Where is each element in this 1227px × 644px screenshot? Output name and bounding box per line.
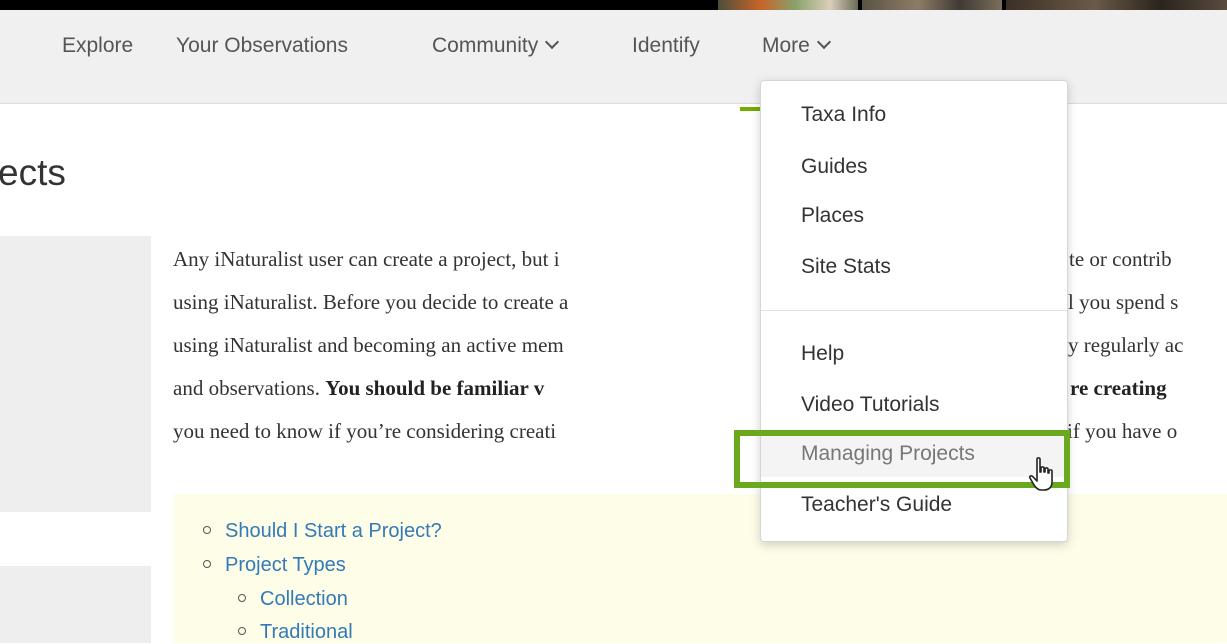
text-fragment: y regularly ac [1068, 333, 1184, 357]
text-fragment: l you spend s [1068, 290, 1179, 314]
nav-identify[interactable]: Identify [632, 34, 700, 58]
sidebar-panel [0, 236, 151, 512]
chevron-down-icon [545, 34, 560, 50]
text-fragment-bold: re creating [1070, 376, 1167, 400]
bullet-icon [238, 594, 246, 602]
body-paragraph-line: Any iNaturalist user can create a projec… [173, 247, 1227, 272]
chevron-down-icon [816, 34, 831, 50]
toc-link[interactable]: Traditional [238, 621, 353, 644]
text-fragment: and observations. [173, 376, 326, 400]
text-fragment: te or contrib [1069, 247, 1172, 271]
menu-item-places[interactable]: Places [801, 204, 864, 228]
header-photo [1006, 0, 1227, 10]
toc-link-label: Should I Start a Project? [225, 520, 442, 542]
nav-explore[interactable]: Explore [62, 34, 133, 58]
text-fragment: using iNaturalist and becoming an active… [173, 333, 564, 357]
nav-more[interactable]: More [762, 34, 831, 58]
text-fragment: you need to know if you’re considering c… [173, 419, 557, 443]
hand-cursor-icon [1028, 457, 1053, 491]
nav-more-label: More [762, 34, 810, 57]
menu-item-taxa-info[interactable]: Taxa Info [801, 103, 886, 127]
text-fragment: Any iNaturalist user can create a projec… [173, 247, 560, 271]
nav-community-label: Community [432, 34, 539, 57]
highlight-annotation [734, 430, 1070, 488]
text-fragment: if you have o [1067, 419, 1178, 443]
menu-divider [761, 310, 1067, 311]
header-photo [718, 0, 858, 10]
nav-your-observations[interactable]: Your Observations [176, 34, 348, 58]
bullet-icon [203, 560, 211, 568]
bullet-icon [203, 526, 211, 534]
body-paragraph-line: using iNaturalist and becoming an active… [173, 333, 1227, 358]
toc-link[interactable]: Should I Start a Project? [203, 520, 442, 543]
toc-link-label: Traditional [260, 621, 353, 643]
menu-item-video-tutorials[interactable]: Video Tutorials [801, 393, 940, 417]
page-title: ects [0, 152, 66, 193]
body-paragraph-line: using iNaturalist. Before you decide to … [173, 290, 1227, 315]
body-paragraph-line: and observations. You should be familiar… [173, 376, 1227, 401]
toc-link-label: Project Types [225, 554, 346, 576]
bullet-icon [238, 627, 246, 635]
text-fragment-bold: You should be familiar v [325, 376, 545, 400]
menu-item-help[interactable]: Help [801, 342, 844, 366]
toc-link[interactable]: Project Types [203, 554, 346, 577]
menu-item-guides[interactable]: Guides [801, 155, 868, 179]
header-photo-strip [0, 0, 1227, 10]
menu-item-site-stats[interactable]: Site Stats [801, 255, 891, 279]
nav-community[interactable]: Community [432, 34, 560, 58]
toc-link[interactable]: Collection [238, 588, 348, 611]
sidebar-panel [0, 566, 151, 643]
text-fragment: using iNaturalist. Before you decide to … [173, 290, 569, 314]
menu-item-teachers-guide[interactable]: Teacher's Guide [801, 493, 952, 517]
header-photo [862, 0, 1002, 10]
table-of-contents: Should I Start a Project? Project Types … [173, 494, 1227, 643]
toc-link-label: Collection [260, 588, 348, 610]
